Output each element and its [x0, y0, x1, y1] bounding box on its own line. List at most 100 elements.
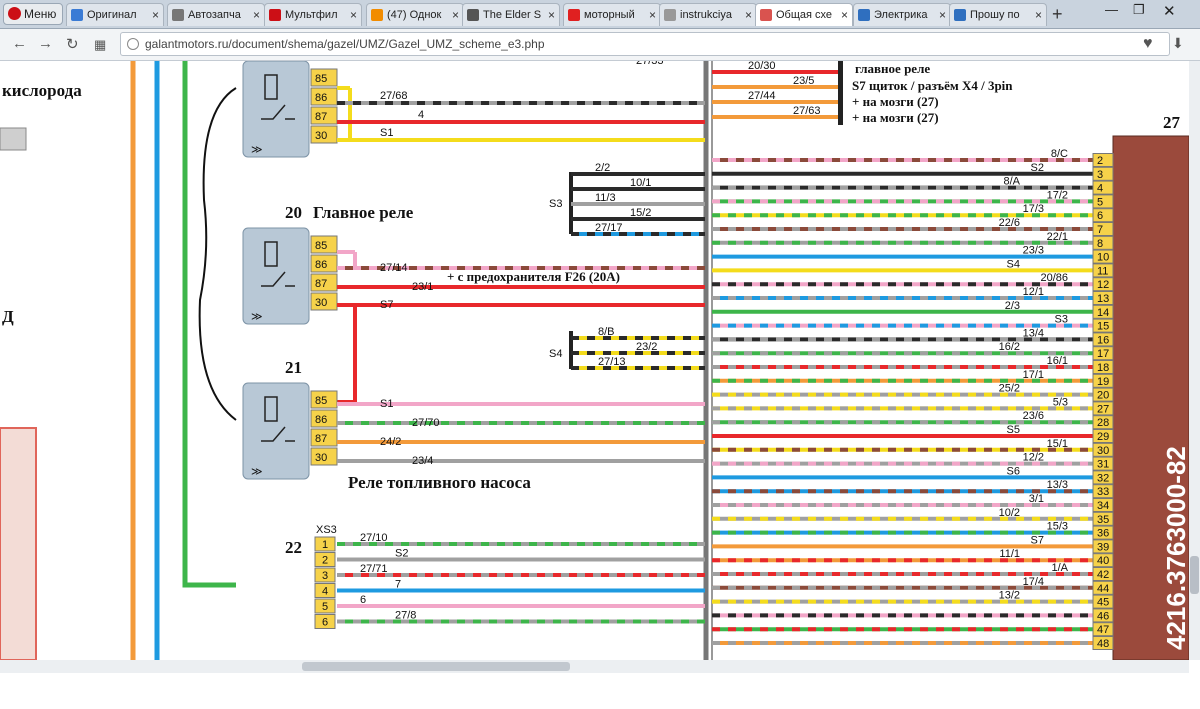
- tab-favicon-icon: [467, 9, 479, 21]
- page-content: кислорода Д ≫ 85 86 87 30 27/68 4 S1 20 Главное р…: [0, 61, 1189, 660]
- ecu-wire-label-22: 12/2: [1023, 452, 1044, 464]
- ecu-pin-label-6: 6: [1097, 210, 1103, 222]
- ecu-pin-label-31: 31: [1097, 459, 1109, 471]
- ecu-wire-label-17: 25/2: [999, 383, 1020, 395]
- ecu-pin-label-45: 45: [1097, 597, 1109, 609]
- tab-6[interactable]: моторный ×: [563, 3, 661, 26]
- ecu-wire-label-31: 17/4: [1023, 576, 1044, 588]
- forward-icon[interactable]: →: [38, 35, 53, 52]
- ecu-pin-label-11: 11: [1097, 265, 1108, 277]
- ecu-pin-label-46: 46: [1097, 610, 1109, 622]
- ecu-pin-label-33: 33: [1097, 486, 1109, 498]
- note-main-relay: главное реле: [855, 61, 930, 76]
- connector-22-number: 22: [285, 538, 302, 557]
- tab-favicon-icon: [269, 9, 281, 21]
- reload-icon[interactable]: ↻: [66, 35, 79, 53]
- speed-dial-icon[interactable]: ▦: [94, 37, 106, 53]
- ecu-wire-label-13: 13/4: [1023, 327, 1044, 339]
- note-fuse: + с предохранителя F26 (20A): [447, 269, 620, 284]
- ecu-pin-label-2: 2: [1097, 155, 1103, 167]
- new-tab-button[interactable]: +: [1052, 5, 1063, 23]
- ecu-pin-label-27: 27: [1097, 403, 1109, 415]
- tab-close-icon[interactable]: ×: [649, 4, 656, 26]
- ecu-pin-label-18: 18: [1097, 362, 1109, 374]
- note-ecu-1: + на мозги (27): [852, 94, 939, 109]
- tab-close-icon[interactable]: ×: [350, 4, 357, 26]
- top-wire-label-0: 20/30: [748, 61, 776, 72]
- s3-wire-label-1: 10/1: [630, 177, 651, 189]
- minimize-icon[interactable]: —: [1105, 2, 1118, 17]
- tab-7[interactable]: instrukciya ×: [659, 3, 757, 26]
- left-text-dd: Д: [2, 307, 14, 326]
- tab-close-icon[interactable]: ×: [745, 4, 752, 26]
- download-icon[interactable]: ⬇: [1172, 35, 1184, 52]
- tab-close-icon[interactable]: ×: [841, 4, 848, 26]
- ecu-pin-label-28: 28: [1097, 417, 1109, 429]
- xs3-wire-label-5: 27/8: [395, 610, 416, 622]
- maximize-icon[interactable]: ❐: [1133, 2, 1145, 18]
- address-bar: ← → ↻ ▦ galantmotors.ru/document/shema/g…: [0, 29, 1200, 61]
- tab-close-icon[interactable]: ×: [548, 4, 555, 26]
- tab-2[interactable]: Автозапча ×: [167, 3, 265, 26]
- horizontal-scroll-thumb[interactable]: [302, 662, 570, 671]
- back-icon[interactable]: ←: [12, 35, 27, 52]
- s3-wire-label-3: 15/2: [630, 207, 651, 219]
- relay-21-pin-label-30: 30: [315, 452, 327, 464]
- ecu-part-number: 4216.3763000-82: [1161, 446, 1189, 650]
- ecu-pin-label-19: 19: [1097, 376, 1109, 388]
- url-field[interactable]: galantmotors.ru/document/shema/gazel/UMZ…: [120, 32, 1170, 56]
- horizontal-scrollbar[interactable]: [0, 660, 1189, 673]
- tab-close-icon[interactable]: ×: [253, 4, 260, 26]
- ecu-wire-label-2: 8/A: [1003, 176, 1020, 188]
- ecu-wire-label-16: 17/1: [1023, 369, 1044, 381]
- ecu-wire-label-10: 12/1: [1023, 286, 1044, 298]
- tab-1[interactable]: Оригинал ×: [66, 3, 164, 26]
- xs3-wire-label-4: 6: [360, 594, 366, 606]
- ecu-pin-label-3: 3: [1097, 169, 1103, 181]
- ecu-pin-label-29: 29: [1097, 431, 1109, 443]
- tab-close-icon[interactable]: ×: [939, 4, 946, 26]
- relay-20-pin-label-86: 86: [315, 259, 327, 271]
- relay-top-ground-icon: ≫: [251, 144, 263, 156]
- top-wire-label-3: 27/63: [793, 105, 821, 117]
- xs3-pin-label-3: 3: [322, 570, 328, 582]
- bookmark-heart-icon[interactable]: ♥: [1143, 35, 1153, 53]
- xs3-wire-label-2: 27/71: [360, 563, 388, 575]
- left-green-line: [182, 61, 236, 588]
- ecu-pin-label-8: 8: [1097, 238, 1103, 250]
- ecu-pin-label-5: 5: [1097, 196, 1103, 208]
- ecu-pin-label-30: 30: [1097, 445, 1109, 457]
- menu-label: Меню: [24, 7, 57, 21]
- window-close-icon[interactable]: ✕: [1163, 2, 1176, 20]
- xs3-pin-label-2: 2: [322, 555, 328, 567]
- ecu-wire-label-30: 1/A: [1051, 562, 1068, 574]
- s3-wire-label-0: 2/2: [595, 162, 610, 174]
- tab-8[interactable]: Общая схе ×: [755, 3, 853, 26]
- tab-3[interactable]: Мультфил ×: [264, 3, 362, 26]
- site-info-icon[interactable]: [127, 38, 139, 50]
- vertical-scrollbar[interactable]: [1189, 61, 1200, 660]
- ecu-pin-label-35: 35: [1097, 514, 1109, 526]
- tab-10[interactable]: Прошу по ×: [949, 3, 1047, 26]
- ecu-pin-label-42: 42: [1097, 569, 1109, 581]
- xs3-pin-label-5: 5: [322, 601, 328, 613]
- page-bottom: [0, 673, 1200, 709]
- tab-close-icon[interactable]: ×: [1035, 4, 1042, 26]
- vertical-scroll-thumb[interactable]: [1190, 556, 1199, 594]
- tab-favicon-icon: [664, 9, 676, 21]
- tab-close-icon[interactable]: ×: [152, 4, 159, 26]
- wire-label-27-68: 27/68: [380, 90, 408, 102]
- tab-close-icon[interactable]: ×: [452, 4, 459, 26]
- tab-9[interactable]: Электрика ×: [853, 3, 951, 26]
- tab-favicon-icon: [568, 9, 580, 21]
- tab-4[interactable]: (47) Однок ×: [366, 3, 464, 26]
- tab-bar: Меню Оригинал × Автозапча × Мультфил × (47) Од…: [0, 0, 1200, 29]
- s4-wire-label-1: 23/2: [636, 341, 657, 353]
- opera-menu-button[interactable]: Меню: [3, 3, 63, 25]
- tab-5[interactable]: The Elder S ×: [462, 3, 560, 26]
- ecu-pin-label-7: 7: [1097, 224, 1103, 236]
- xs3-wire-label-1: S2: [395, 548, 408, 560]
- bracket-line: [198, 87, 237, 421]
- ecu-wire-label-0: 8/C: [1051, 148, 1068, 160]
- ecu-pin-label-17: 17: [1097, 348, 1109, 360]
